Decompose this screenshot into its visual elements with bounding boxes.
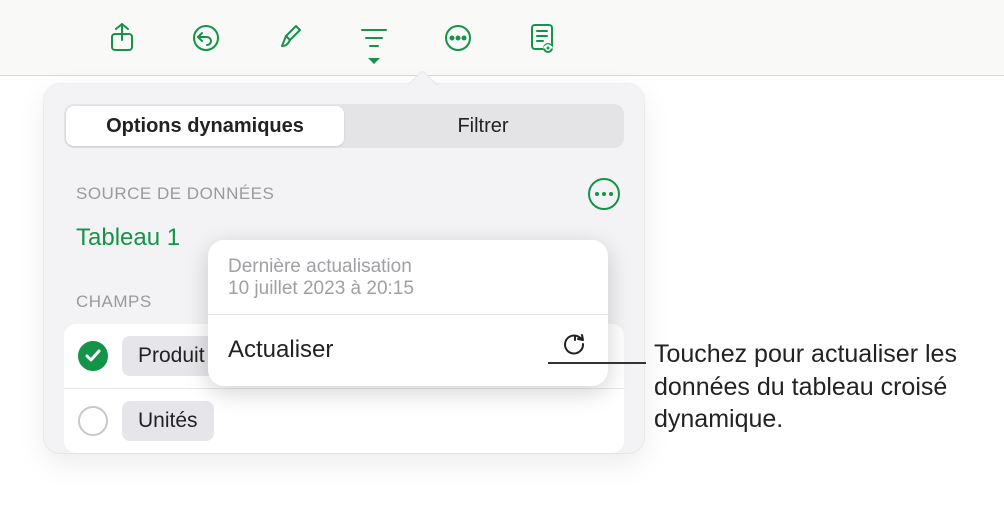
share-icon[interactable] [100, 16, 144, 60]
callout-leader [548, 362, 646, 364]
tab-pivot-options[interactable]: Options dynamiques [66, 106, 344, 146]
source-section-header: SOURCE DE DONNÉES [64, 178, 624, 216]
format-brush-icon[interactable] [268, 16, 312, 60]
refresh-popover: Dernière actualisation 10 juillet 2023 à… [208, 240, 608, 386]
field-checkbox[interactable] [78, 406, 108, 436]
refresh-last-updated: Dernière actualisation 10 juillet 2023 à… [208, 240, 608, 315]
organize-icon[interactable] [352, 16, 396, 60]
refresh-button[interactable]: Actualiser [208, 315, 608, 386]
undo-icon[interactable] [184, 16, 228, 60]
source-section-title: SOURCE DE DONNÉES [76, 184, 274, 204]
refresh-button-label: Actualiser [228, 336, 333, 364]
field-chip[interactable]: Produit [122, 336, 221, 376]
callout-text: Touchez pour actualiser les données du t… [654, 338, 994, 436]
more-icon[interactable] [436, 16, 480, 60]
field-row[interactable]: Unités [64, 389, 624, 453]
source-more-icon[interactable] [588, 178, 620, 210]
reader-view-icon[interactable] [520, 16, 564, 60]
field-checkbox[interactable] [78, 341, 108, 371]
toolbar [0, 0, 1004, 76]
refresh-last-label: Dernière actualisation [228, 256, 588, 278]
tab-filter[interactable]: Filtrer [344, 106, 622, 146]
segmented-control: Options dynamiques Filtrer [64, 104, 624, 148]
refresh-timestamp: 10 juillet 2023 à 20:15 [228, 278, 588, 300]
field-chip[interactable]: Unités [122, 401, 214, 441]
panel-fade [44, 474, 644, 510]
